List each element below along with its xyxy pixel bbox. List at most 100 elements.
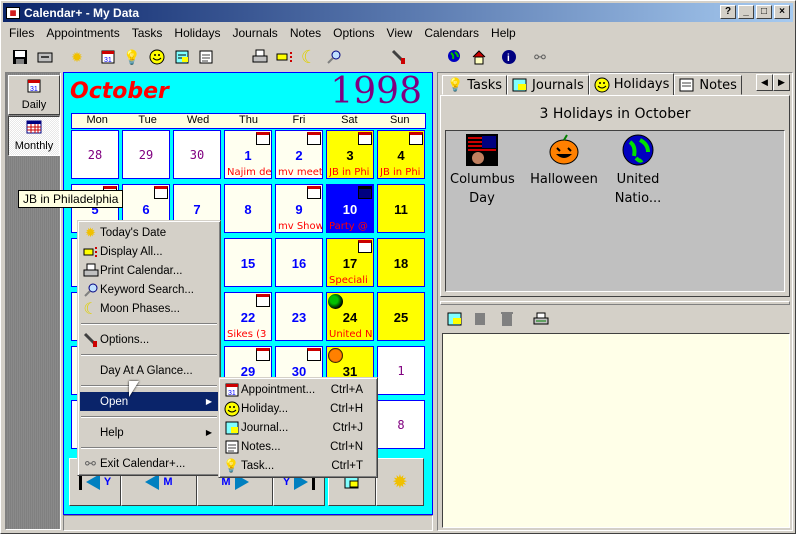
menu-item-open[interactable]: Open ▶ — [80, 392, 218, 411]
menu-files[interactable]: Files — [3, 26, 40, 40]
day-cell[interactable]: 4 JB in Phi — [377, 130, 425, 179]
day-cell[interactable]: 22 Sikes (3 — [224, 292, 272, 341]
day-cell[interactable]: 15 — [224, 238, 272, 287]
printer-icon[interactable] — [532, 310, 550, 328]
save-icon[interactable] — [11, 48, 29, 66]
panel-splitter[interactable] — [440, 301, 790, 305]
help-button[interactable]: ? — [720, 5, 736, 19]
menu-item-exit[interactable]: ⚯ Exit Calendar+... — [80, 454, 218, 473]
menu-item-help[interactable]: Help ▶ — [80, 423, 218, 442]
day-cell[interactable]: 1 — [377, 346, 425, 395]
today-button[interactable]: ✹ — [376, 458, 424, 506]
svg-text:31: 31 — [104, 57, 112, 64]
day-cell[interactable]: 25 — [377, 292, 425, 341]
notes-icon[interactable] — [197, 48, 215, 66]
day-number: 16 — [291, 256, 307, 271]
menu-item-print-calendar[interactable]: Print Calendar... — [80, 261, 218, 280]
bar-icon — [78, 474, 82, 490]
submenu-item-appointment[interactable]: 31 Appointment... Ctrl+A — [221, 380, 375, 399]
day-cell[interactable]: 2 mv meet — [275, 130, 323, 179]
menu-item-options[interactable]: Options... — [80, 330, 218, 349]
menu-notes[interactable]: Notes — [284, 26, 327, 40]
close-button[interactable]: × — [774, 5, 790, 19]
menu-journals[interactable]: Journals — [226, 26, 283, 40]
display-all-icon[interactable] — [276, 48, 294, 66]
edit-icon[interactable] — [446, 310, 464, 328]
tab-scroll-right-button[interactable]: ▶ — [773, 74, 790, 91]
tab-notes[interactable]: Notes — [674, 75, 742, 95]
menu-item-moon-phases[interactable]: ☾ Moon Phases... — [80, 299, 218, 318]
tab-holidays[interactable]: Holidays — [588, 73, 675, 95]
day-cell[interactable]: 8 — [377, 400, 425, 449]
minimize-button[interactable]: _ — [738, 5, 754, 19]
day-cell[interactable]: 18 — [377, 238, 425, 287]
day-cell[interactable]: 16 — [275, 238, 323, 287]
tab-journals[interactable]: Journals — [507, 75, 589, 95]
day-cell[interactable]: 23 — [275, 292, 323, 341]
day-cell[interactable]: 11 — [377, 184, 425, 233]
appointment-icon — [358, 186, 372, 199]
sun-icon: ✹ — [85, 224, 96, 240]
appointment-icon — [307, 186, 321, 199]
maximize-button[interactable]: □ — [756, 5, 772, 19]
day-cell[interactable]: 1 Najim de — [224, 130, 272, 179]
day-cell[interactable]: 9 mv Show — [275, 184, 323, 233]
day-number: 9 — [295, 202, 303, 217]
holidays-tab-panel: 3 Holidays in October Columbus Day Hallo… — [440, 95, 790, 297]
moon-icon[interactable]: ☾ — [300, 47, 318, 67]
sun-icon[interactable]: ✹ — [68, 48, 86, 66]
left-arrow-icon — [85, 474, 100, 490]
day-cell[interactable]: 29 — [122, 130, 170, 179]
menu-holidays[interactable]: Holidays — [168, 26, 226, 40]
lightbulb-icon[interactable]: 💡 — [123, 48, 141, 66]
holiday-item[interactable]: Halloween — [528, 134, 600, 189]
monthly-view-button[interactable]: Monthly — [8, 116, 60, 156]
mouse-cursor — [129, 381, 139, 397]
submenu-item-task[interactable]: 💡 Task... Ctrl+T — [221, 456, 375, 475]
menu-help[interactable]: Help — [485, 26, 522, 40]
menu-item-display-all[interactable]: Display All... — [80, 242, 218, 261]
tab-scroll-left-button[interactable]: ◀ — [756, 74, 773, 91]
menu-item-todays-date[interactable]: ✹ Today's Date — [80, 223, 218, 242]
submenu-item-journal[interactable]: Journal... Ctrl+J — [221, 418, 375, 437]
day-cell[interactable]: 28 — [71, 130, 119, 179]
menu-options[interactable]: Options — [327, 26, 380, 40]
details-area[interactable] — [442, 333, 790, 528]
smiley-icon[interactable] — [148, 48, 166, 66]
options-icon[interactable] — [390, 48, 408, 66]
menu-item-keyword-search[interactable]: Keyword Search... — [80, 280, 218, 299]
day-cell[interactable]: 24 United N — [326, 292, 374, 341]
day-cell[interactable]: 3 JB in Phi — [326, 130, 374, 179]
menu-item-label: Task... — [241, 459, 275, 472]
printer-icon[interactable] — [251, 48, 269, 66]
appointment-calendar-icon[interactable]: 31 — [99, 48, 117, 66]
svg-text:i: i — [507, 53, 510, 64]
info-icon[interactable]: i — [500, 48, 518, 66]
day-cell[interactable]: 8 — [224, 184, 272, 233]
menu-tasks[interactable]: Tasks — [126, 26, 169, 40]
weekday-label: Sun — [389, 114, 410, 126]
options-icon — [82, 331, 99, 348]
holiday-item[interactable]: United Natio... — [606, 134, 670, 208]
menu-item-day-at-a-glance[interactable]: Day At A Glance... — [80, 361, 218, 380]
keyboard-icon[interactable] — [36, 48, 54, 66]
day-cell[interactable]: 30 — [173, 130, 221, 179]
menu-view[interactable]: View — [381, 26, 419, 40]
submenu-item-notes[interactable]: Notes... Ctrl+N — [221, 437, 375, 456]
day-number: 15 — [240, 256, 256, 271]
holiday-name: Halloween — [530, 172, 598, 187]
globe-icon[interactable] — [445, 48, 463, 66]
day-cell[interactable]: 17 Speciali — [326, 238, 374, 287]
holiday-item[interactable]: Columbus Day — [450, 134, 515, 208]
svg-text:31: 31 — [228, 390, 236, 397]
home-icon[interactable] — [470, 48, 488, 66]
keyword-search-icon[interactable] — [325, 48, 343, 66]
menu-calendars[interactable]: Calendars — [418, 26, 485, 40]
exit-icon[interactable]: ⚯ — [531, 48, 549, 66]
journal-icon[interactable] — [173, 48, 191, 66]
menu-appointments[interactable]: Appointments — [40, 26, 125, 40]
day-cell[interactable]: 10 Party @ — [326, 184, 374, 233]
daily-view-button[interactable]: 31 Daily — [8, 75, 60, 115]
tab-tasks[interactable]: 💡 Tasks — [442, 75, 508, 95]
submenu-item-holiday[interactable]: Holiday... Ctrl+H — [221, 399, 375, 418]
